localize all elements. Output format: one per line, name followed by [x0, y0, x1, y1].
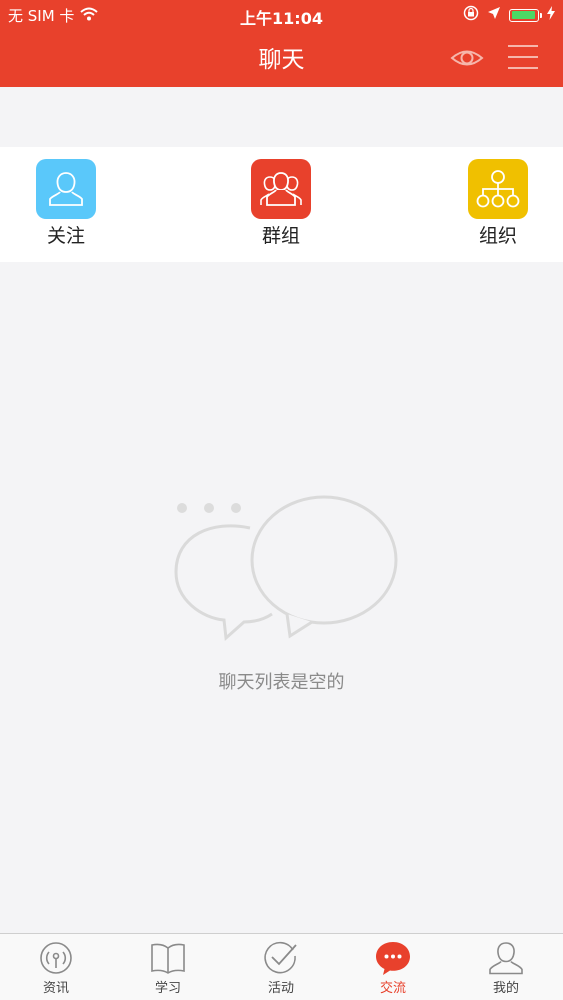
- menu-icon: [508, 45, 538, 69]
- chat-dots-icon: [376, 942, 410, 975]
- shortcut-label: 群组: [261, 225, 300, 247]
- tab-chat[interactable]: 交流: [353, 940, 433, 996]
- shortcut-label: 关注: [46, 225, 85, 247]
- battery-icon: [509, 8, 542, 22]
- shortcut-row: 关注 群组 组织: [0, 147, 563, 262]
- status-bar: 无 SIM 卡 上午11:04: [0, 0, 563, 28]
- shortcut-label: 组织: [478, 225, 517, 247]
- charging-icon: [547, 6, 555, 24]
- profile-icon: [489, 942, 523, 975]
- tab-label: 我的: [492, 981, 519, 996]
- eye-icon: [450, 50, 484, 66]
- antenna-icon: [40, 942, 72, 974]
- empty-state: 聊天列表是空的: [0, 480, 563, 694]
- tab-study[interactable]: 学习: [128, 940, 208, 996]
- app-header: 无 SIM 卡 上午11:04 聊天: [0, 0, 563, 87]
- tab-activity[interactable]: 活动: [241, 940, 321, 996]
- book-icon: [151, 943, 185, 974]
- tab-news[interactable]: 资讯: [16, 940, 96, 996]
- eye-button[interactable]: [449, 40, 485, 76]
- tab-label: 交流: [379, 981, 406, 996]
- shortcut-follow[interactable]: 关注: [16, 159, 116, 248]
- shortcut-groups[interactable]: 群组: [231, 159, 331, 248]
- orientation-lock-icon: [463, 5, 479, 25]
- empty-state-message: 聊天列表是空的: [218, 672, 345, 693]
- tab-bar: 资讯 学习 活动 交流 我的: [0, 933, 563, 1000]
- tab-label: 资讯: [42, 981, 69, 996]
- tab-mine[interactable]: 我的: [466, 940, 546, 996]
- location-icon: [487, 6, 501, 24]
- tab-label: 学习: [154, 981, 181, 996]
- group-icon: [260, 172, 302, 206]
- groups-tile: [251, 159, 311, 219]
- follow-tile: [36, 159, 96, 219]
- organization-tile: [468, 159, 528, 219]
- check-circle-icon: [264, 941, 297, 974]
- shortcut-organization[interactable]: 组织: [448, 159, 548, 248]
- org-chart-icon: [476, 170, 520, 208]
- chat-bubbles-icon: [173, 495, 397, 642]
- tab-label: 活动: [267, 981, 294, 996]
- menu-button[interactable]: [506, 40, 540, 74]
- person-icon: [49, 172, 83, 206]
